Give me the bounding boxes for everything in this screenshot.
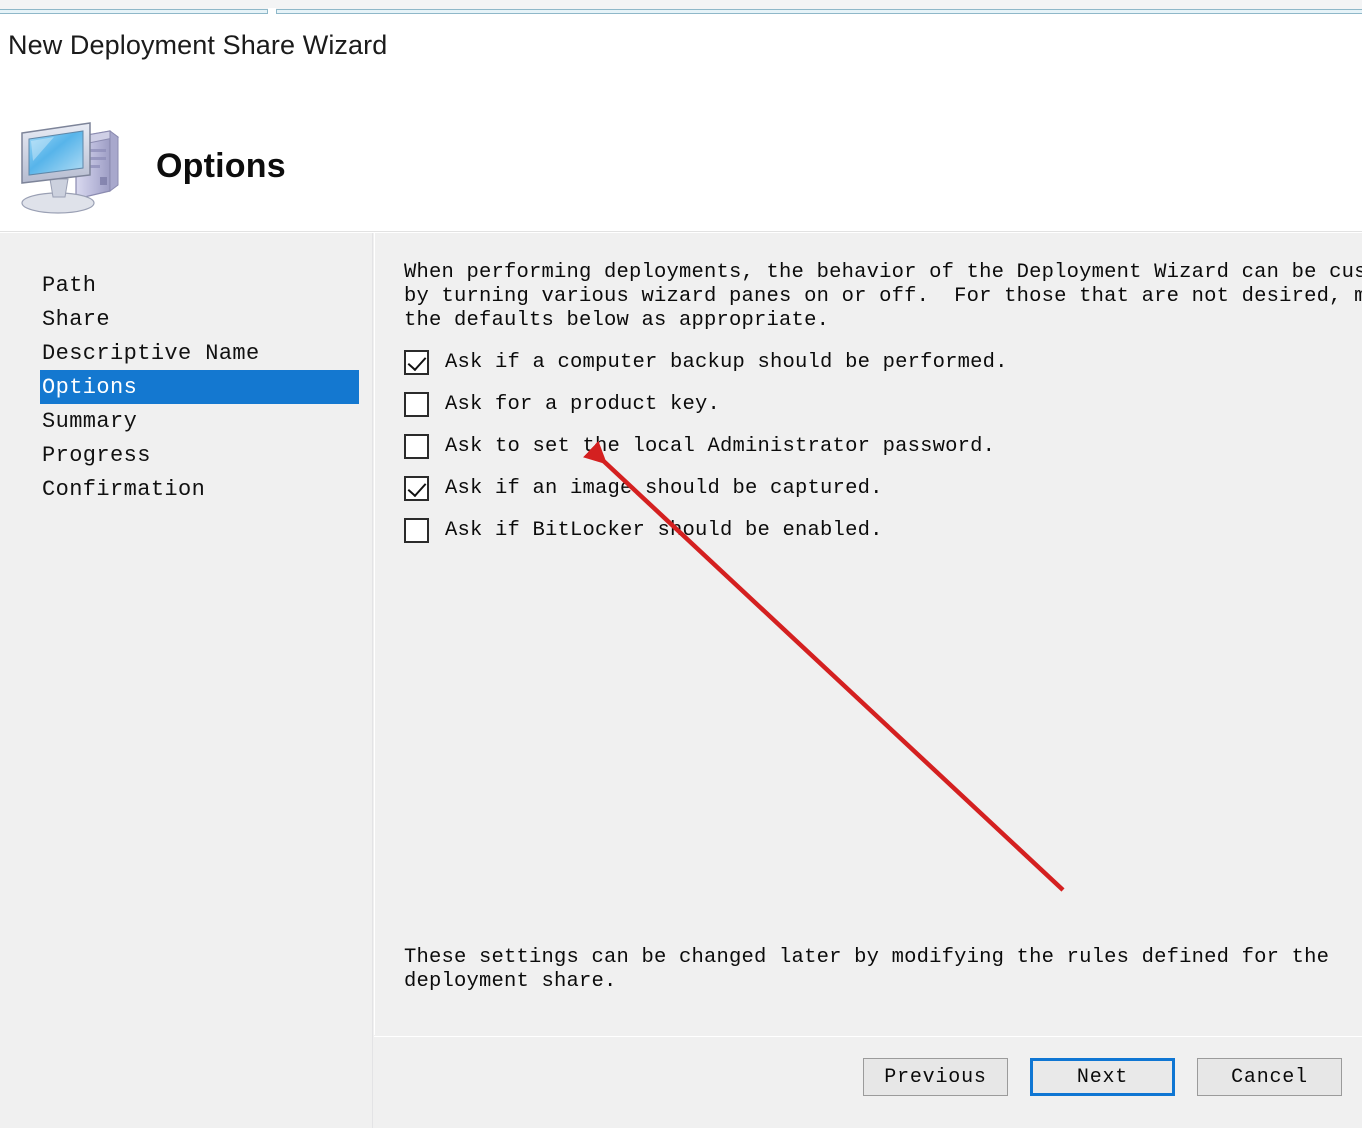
option-row-bitlocker[interactable]: Ask if BitLocker should be enabled. xyxy=(404,509,1334,551)
sidebar-item-options[interactable]: Options xyxy=(40,370,359,404)
button-group: Previous Next Cancel xyxy=(863,1058,1342,1096)
checkbox-ask-bitlocker[interactable] xyxy=(404,517,429,543)
option-row-product-key[interactable]: Ask for a product key. xyxy=(404,383,1334,425)
sidebar-item-label: Options xyxy=(42,374,138,400)
window-chrome-strip xyxy=(0,0,1362,15)
cancel-button-label: Cancel xyxy=(1231,1065,1308,1089)
wizard-window: New Deployment Share Wizard Options Path… xyxy=(0,0,1362,1128)
checkbox-ask-capture-image[interactable] xyxy=(404,475,429,501)
option-row-admin-password[interactable]: Ask to set the local Administrator passw… xyxy=(404,425,1334,467)
sidebar-item-confirmation[interactable]: Confirmation xyxy=(40,472,359,506)
sidebar-item-summary[interactable]: Summary xyxy=(40,404,359,438)
sidebar-item-path[interactable]: Path xyxy=(40,268,359,302)
wizard-title: New Deployment Share Wizard xyxy=(8,30,388,60)
option-row-capture-image[interactable]: Ask if an image should be captured. xyxy=(404,467,1334,509)
option-row-backup[interactable]: Ask if a computer backup should be perfo… xyxy=(404,341,1334,383)
sidebar-item-label: Summary xyxy=(42,408,138,434)
option-label: Ask for a product key. xyxy=(445,392,721,416)
wizard-header: New Deployment Share Wizard Options xyxy=(0,14,1362,232)
previous-button-label: Previous xyxy=(884,1065,987,1089)
wizard-button-bar: Previous Next Cancel xyxy=(374,1036,1362,1128)
sidebar-item-label: Confirmation xyxy=(42,476,206,502)
sidebar-item-descriptive-name[interactable]: Descriptive Name xyxy=(40,336,359,370)
sidebar-item-label: Path xyxy=(42,272,97,298)
sidebar-item-share[interactable]: Share xyxy=(40,302,359,336)
sidebar-item-label: Share xyxy=(42,306,111,332)
next-button-label: Next xyxy=(1076,1065,1129,1089)
checkbox-ask-product-key[interactable] xyxy=(404,391,429,417)
option-label: Ask to set the local Administrator passw… xyxy=(445,434,996,458)
sidebar-item-label: Progress xyxy=(42,442,151,468)
footnote-description: These settings can be changed later by m… xyxy=(404,946,1330,993)
checkbox-ask-backup[interactable] xyxy=(404,349,429,375)
next-button[interactable]: Next xyxy=(1030,1058,1175,1096)
previous-button[interactable]: Previous xyxy=(863,1058,1008,1096)
page-title: Options xyxy=(156,146,286,185)
intro-description: When performing deployments, the behavio… xyxy=(404,261,1362,332)
wizard-body: Path Share Descriptive Name Options Summ… xyxy=(0,233,1362,1128)
wizard-step-nav: Path Share Descriptive Name Options Summ… xyxy=(0,233,373,1128)
sidebar-item-progress[interactable]: Progress xyxy=(40,438,359,472)
checkbox-ask-admin-password[interactable] xyxy=(404,433,429,459)
cancel-button[interactable]: Cancel xyxy=(1197,1058,1342,1096)
page-heading-row: Options xyxy=(0,106,1362,226)
computer-icon xyxy=(21,122,120,214)
option-label: Ask if an image should be captured. xyxy=(445,476,883,500)
sidebar-item-label: Descriptive Name xyxy=(42,340,260,366)
options-checkbox-list: Ask if a computer backup should be perfo… xyxy=(404,341,1334,551)
option-label: Ask if a computer backup should be perfo… xyxy=(445,350,1008,374)
options-content-pane: When performing deployments, the behavio… xyxy=(374,233,1362,1035)
option-label: Ask if BitLocker should be enabled. xyxy=(445,518,883,542)
